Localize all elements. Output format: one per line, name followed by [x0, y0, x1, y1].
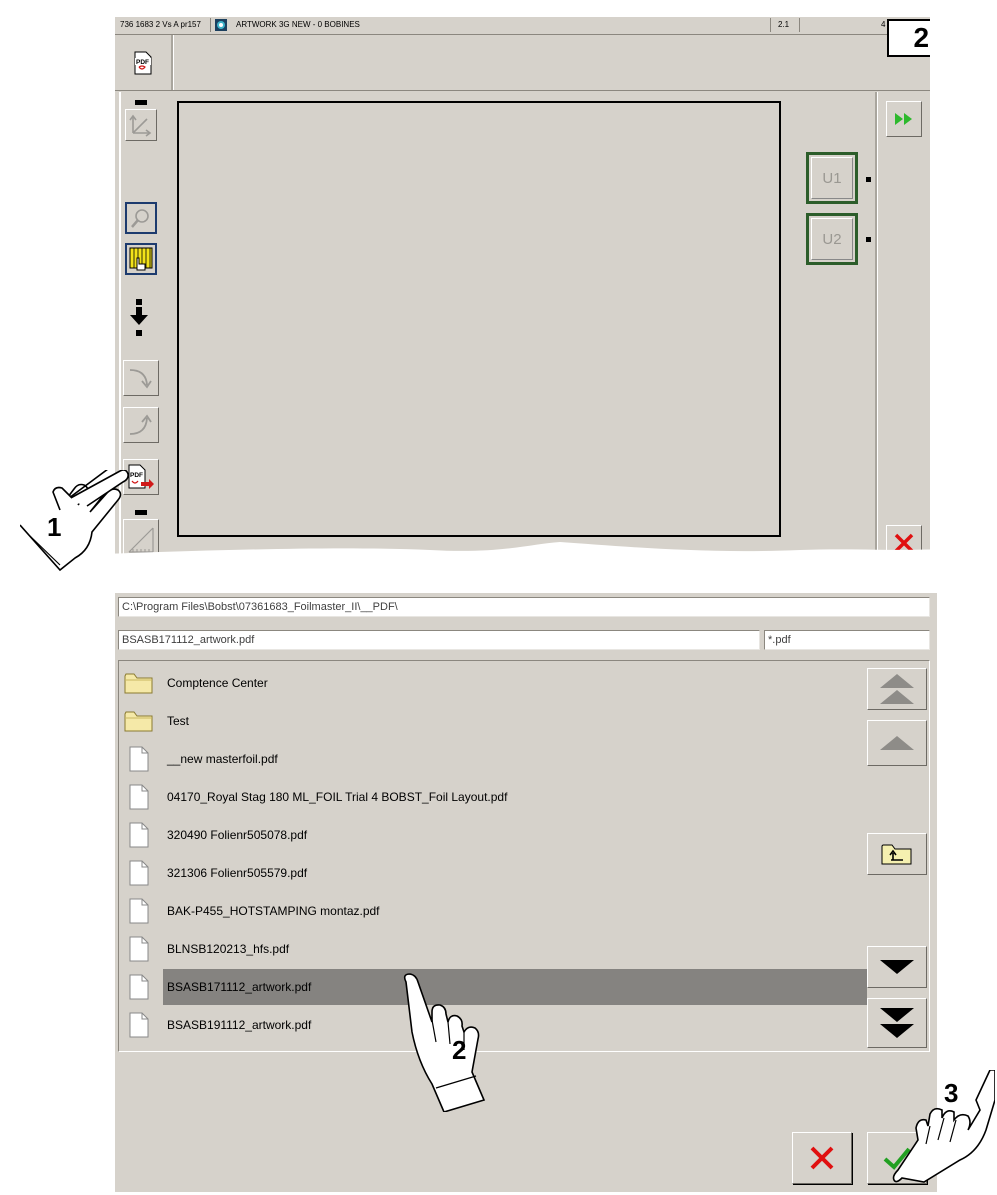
- list-item-file[interactable]: BLNSB120213_hfs.pdf: [123, 931, 867, 967]
- list-item-label: BSASB191112_artwork.pdf: [167, 1018, 312, 1032]
- file-icon: [123, 935, 155, 963]
- unit-2-button[interactable]: U2: [806, 213, 858, 265]
- list-item-label: Test: [167, 714, 190, 728]
- list-item-label: 320490 Folienr505078.pdf: [167, 828, 308, 842]
- file-icon: [123, 821, 155, 849]
- fast-forward-button[interactable]: [886, 101, 922, 137]
- dimension-icon: [129, 114, 152, 137]
- filename-field[interactable]: BSASB171112_artwork.pdf: [118, 630, 760, 650]
- folder-icon: [123, 707, 155, 735]
- magnifier-icon: [131, 209, 149, 228]
- curve-arrow-down-icon: [129, 369, 152, 389]
- list-item-file[interactable]: 321306 Folienr505579.pdf: [123, 855, 867, 891]
- path-field[interactable]: C:\Program Files\Bobst\07361683_Foilmast…: [118, 597, 930, 617]
- list-item-file[interactable]: BAK-P455_HOTSTAMPING montaz.pdf: [123, 893, 867, 929]
- unit-1-button[interactable]: U1: [806, 152, 858, 204]
- parent-folder-button[interactable]: [867, 833, 927, 875]
- list-item-folder[interactable]: Test: [123, 703, 867, 739]
- list-item-folder[interactable]: Comptence Center: [123, 665, 867, 701]
- close-icon: [810, 1146, 834, 1170]
- step-callout: 2.1: [887, 19, 930, 57]
- cancel-button[interactable]: [792, 1132, 852, 1184]
- double-down-icon: [880, 1008, 914, 1038]
- scroll-top-button[interactable]: [867, 668, 927, 710]
- fast-forward-icon: [895, 113, 912, 125]
- rotate-down-button[interactable]: [123, 360, 159, 396]
- down-arrow-icon: [129, 307, 149, 332]
- machine-screen: 736 1683 2 Vs A pr157 ARTWORK 3G NEW - 0…: [115, 17, 930, 562]
- status-bar: 736 1683 2 Vs A pr157 ARTWORK 3G NEW - 0…: [115, 17, 930, 35]
- dimension-tool-button[interactable]: [125, 109, 157, 141]
- checkmark-icon: [883, 1147, 911, 1170]
- zoom-button[interactable]: [125, 202, 157, 234]
- step-number-1: 1: [47, 512, 62, 542]
- scroll-down-button[interactable]: [867, 946, 927, 988]
- svg-text:PDF: PDF: [136, 59, 149, 66]
- list-item-file[interactable]: BSASB191112_artwork.pdf: [123, 1007, 867, 1043]
- file-icon: [123, 897, 155, 925]
- double-up-icon: [880, 674, 914, 704]
- step-number-2: 2: [452, 1035, 467, 1065]
- curve-arrow-up-icon: [129, 414, 152, 435]
- list-item-label: BAK-P455_HOTSTAMPING montaz.pdf: [167, 904, 380, 918]
- app-icon: [215, 19, 227, 31]
- list-item-file[interactable]: __new masterfoil.pdf: [123, 741, 867, 777]
- list-item-file[interactable]: 320490 Folienr505078.pdf: [123, 817, 867, 853]
- step-indicator: 2.1: [778, 20, 790, 29]
- up-icon: [880, 736, 914, 750]
- file-icon: [123, 1011, 155, 1039]
- pdf-document-button[interactable]: PDF: [127, 47, 159, 79]
- step-number-3: 3: [944, 1078, 959, 1108]
- list-item-file[interactable]: 04170_Royal Stag 180 ML_FOIL Trial 4 BOB…: [123, 779, 867, 815]
- rotate-up-button[interactable]: [123, 407, 159, 443]
- list-item-file-selected[interactable]: BSASB171112_artwork.pdf: [123, 969, 867, 1005]
- file-icon: [123, 859, 155, 887]
- scroll-bottom-button[interactable]: [867, 998, 927, 1048]
- list-item-label: Comptence Center: [167, 676, 268, 690]
- torn-edge: [100, 542, 960, 580]
- file-icon: [123, 745, 155, 773]
- scroll-up-button[interactable]: [867, 720, 927, 766]
- pdf-icon: PDF: [134, 51, 152, 75]
- list-item-label: 321306 Folienr505579.pdf: [167, 866, 308, 880]
- pdf-import-button[interactable]: PDF: [123, 459, 159, 495]
- pdf-import-icon: PDF: [128, 464, 154, 489]
- filter-field[interactable]: *.pdf: [764, 630, 930, 650]
- file-icon: [123, 783, 155, 811]
- hand-grid-icon: [129, 247, 153, 271]
- file-icon: [123, 973, 155, 1001]
- indicator-bar: [135, 100, 147, 105]
- pan-hand-button[interactable]: [125, 243, 157, 275]
- folder-up-icon: [881, 844, 912, 865]
- folder-icon: [123, 669, 155, 697]
- top-toolbar: PDF: [115, 35, 930, 91]
- list-item-label: BLNSB120213_hfs.pdf: [167, 942, 290, 956]
- file-list: Comptence Center Test __new masterfoil.p…: [118, 660, 930, 1052]
- file-dialog: C:\Program Files\Bobst\07361683_Foilmast…: [115, 593, 937, 1192]
- job-number: 736 1683 2 Vs A pr157: [120, 20, 201, 29]
- artwork-preview[interactable]: [177, 101, 781, 537]
- list-item-label: 04170_Royal Stag 180 ML_FOIL Trial 4 BOB…: [167, 790, 508, 804]
- svg-text:PDF: PDF: [130, 472, 143, 479]
- list-item-label: BSASB171112_artwork.pdf: [163, 969, 867, 1005]
- confirm-button[interactable]: [867, 1132, 927, 1184]
- program-name: ARTWORK 3G NEW - 0 BOBINES: [236, 20, 360, 29]
- list-item-label: __new masterfoil.pdf: [167, 752, 278, 766]
- down-icon: [880, 960, 914, 974]
